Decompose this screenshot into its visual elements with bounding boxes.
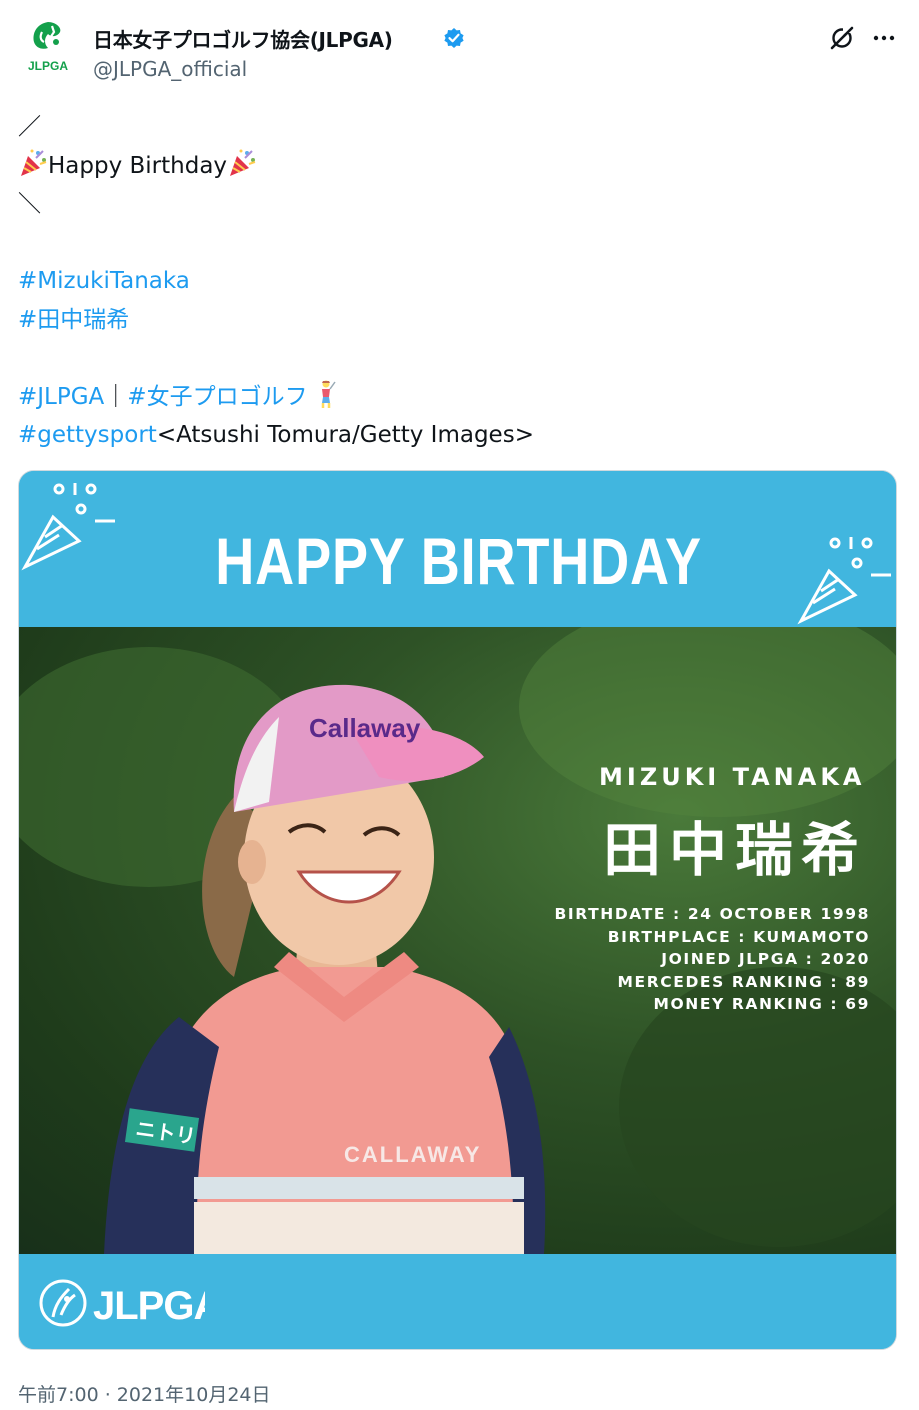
text-line-open: ／: [18, 114, 41, 140]
tweet-text: ／ Happy Birthday ＼ #MizukiTanaka #田中瑞希 #…: [18, 108, 898, 455]
display-name[interactable]: 日本女子プロゴルフ協会(JLPGA): [93, 24, 393, 53]
banner-top: HAPPY BIRTHDAY: [19, 471, 896, 627]
player-photo: Callaway CALLAWAY ニトリ MIZUKI TANAKA 田中瑞希…: [19, 627, 896, 1254]
verified-badge-icon: [444, 28, 464, 48]
hashtag-jlpga[interactable]: #JLPGA: [18, 384, 104, 410]
stat-birthdate: BIRTHDATE : 24 OCTOBER 1998: [554, 905, 870, 923]
jlpga-logo-avatar[interactable]: JLPGA: [22, 18, 74, 76]
text-line-close: ＼: [18, 191, 41, 217]
stat-birthplace: BIRTHPLACE : KUMAMOTO: [607, 927, 870, 946]
cap-logo-text: Callaway: [309, 713, 421, 743]
player-name-en: MIZUKI TANAKA: [599, 763, 866, 791]
jlpga-brand-logo: JLPGA: [39, 1279, 205, 1328]
stat-mercedes-ranking: MERCEDES RANKING : 89: [617, 972, 870, 991]
birthday-text: Happy Birthday: [48, 152, 228, 179]
shirt-logo-text: CALLAWAY: [344, 1142, 481, 1167]
stat-money-ranking: MONEY RANKING : 69: [653, 995, 870, 1013]
party-popper-icon: [797, 537, 891, 625]
avatar-label: JLPGA: [28, 59, 68, 73]
birthday-line: Happy Birthday: [18, 147, 898, 186]
party-popper-icon: [21, 149, 47, 176]
party-popper-icon: [230, 149, 256, 176]
player-name-jp: 田中瑞希: [603, 816, 868, 884]
photo-credit: <Atsushi Tomura/Getty Images>: [156, 422, 534, 448]
user-handle[interactable]: @JLPGA_official: [93, 57, 247, 81]
woman-golfing-icon: [321, 380, 336, 408]
player-stats: BIRTHDATE : 24 OCTOBER 1998 BIRTHPLACE :…: [554, 903, 870, 1016]
tweet-media-image[interactable]: HAPPY BIRTHDAY Callaway CALLAWAY ニトリ MIZ…: [18, 470, 897, 1350]
hashtag-joshi-pro-golf[interactable]: #女子プロゴルフ: [127, 384, 307, 410]
more-options-icon[interactable]: [872, 27, 896, 49]
banner-bottom: JLPGA: [19, 1254, 896, 1349]
separator: ｜: [104, 383, 128, 410]
grok-icon[interactable]: [829, 25, 855, 51]
hashtag-gettysport[interactable]: #gettysport: [18, 422, 157, 448]
tweet-header: JLPGA 日本女子プロゴルフ協会(JLPGA) @JLPGA_official: [0, 0, 919, 100]
tweet-timestamp[interactable]: 午前7:00 · 2021年10月24日: [18, 1380, 271, 1407]
stat-joined: JOINED JLPGA : 2020: [661, 950, 870, 968]
banner-title: HAPPY BIRTHDAY: [215, 524, 702, 598]
hashtag-tanaka-jp[interactable]: #田中瑞希: [18, 307, 129, 333]
brand-logo-text: JLPGA: [93, 1284, 205, 1328]
hashtag-mizukitanaka[interactable]: #MizukiTanaka: [18, 268, 190, 294]
